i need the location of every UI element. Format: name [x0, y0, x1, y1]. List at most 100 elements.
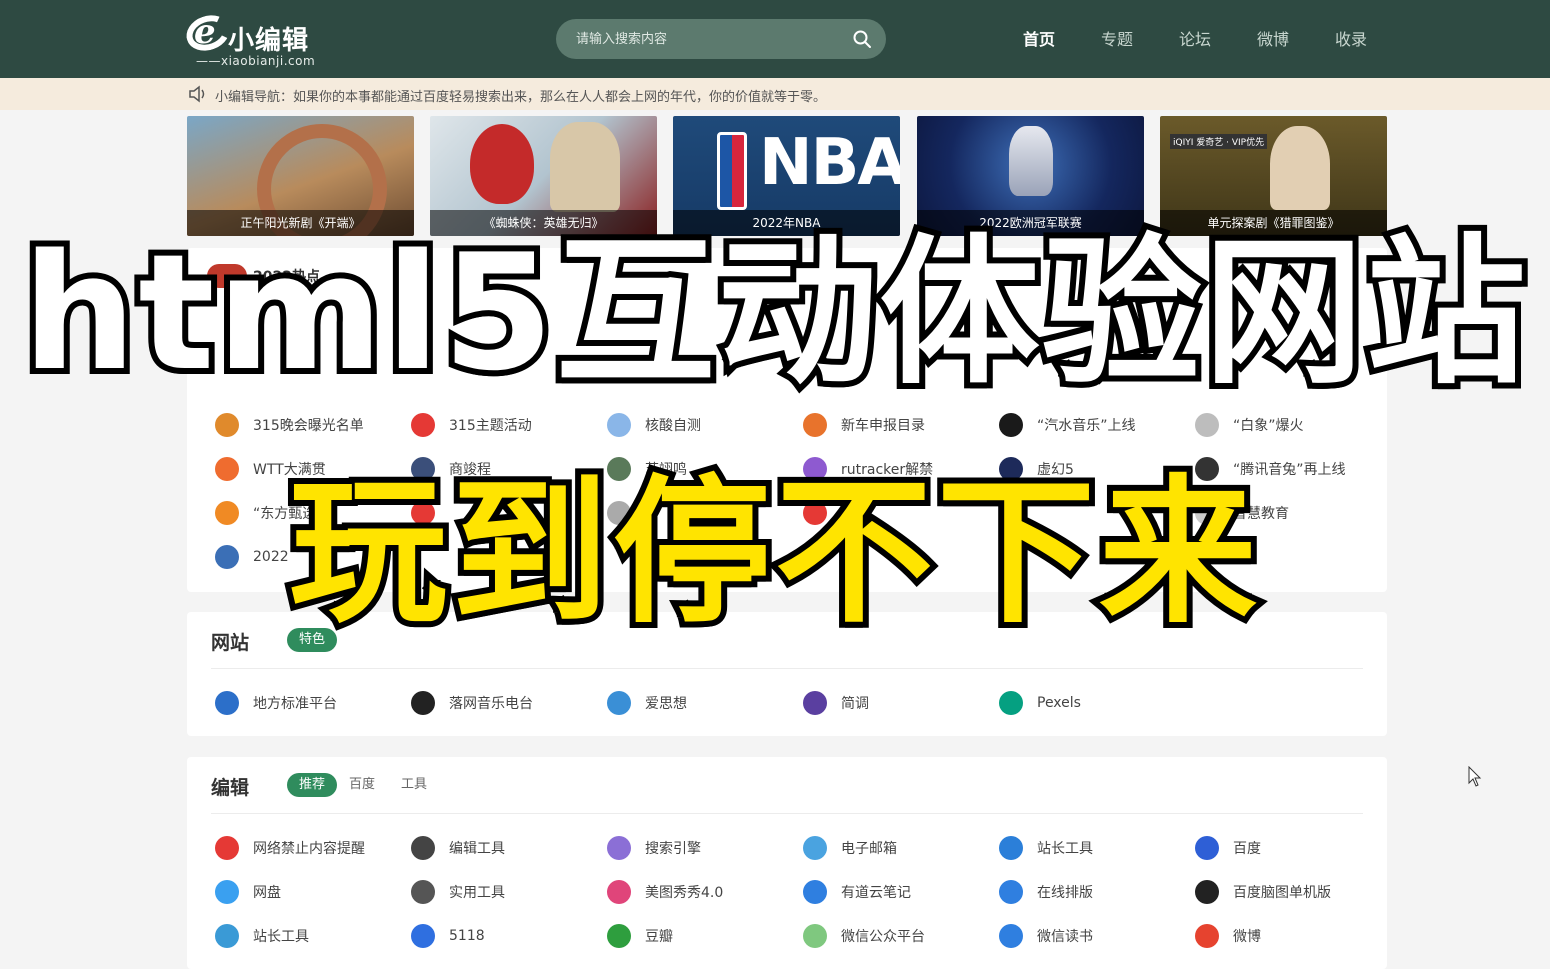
site-item-label: 地方标准平台 [253, 696, 337, 712]
editor-item-icon [803, 836, 827, 860]
notice-bar: 小编辑导航：如果你的本事都能通过百度轻易搜索出来，那么在人人都会上网的年代，你的… [0, 78, 1550, 110]
editor-item-icon [803, 880, 827, 904]
banner-image [470, 124, 534, 204]
banner-liezui[interactable]: iQIYI 爱奇艺 · VIP优先 单元探案剧《猎罪图鉴》 [1160, 116, 1387, 236]
editor-item[interactable]: 电子邮箱 [803, 836, 897, 860]
editor-item[interactable]: 微博 [1195, 924, 1261, 948]
editor-item-icon [1195, 880, 1219, 904]
editor-item-label: 微信公众平台 [841, 929, 925, 945]
hot-item-icon [803, 413, 827, 437]
editor-item[interactable]: 站长工具 [999, 836, 1093, 860]
editor-item-icon [999, 880, 1023, 904]
editor-item[interactable]: 百度 [1195, 836, 1261, 860]
banner-image [1270, 126, 1330, 210]
site-item-icon [999, 691, 1023, 715]
logo-text: 小编辑 [228, 26, 310, 56]
editor-item[interactable]: 网盘 [215, 880, 281, 904]
editor-item[interactable]: 网络禁止内容提醒 [215, 836, 365, 860]
editor-item-label: 电子邮箱 [841, 841, 897, 857]
editor-item-label: 编辑工具 [449, 841, 505, 857]
tab-tools[interactable]: 工具 [389, 773, 439, 797]
site-item-icon [215, 691, 239, 715]
logo-e-mark: e [194, 12, 216, 52]
nav-topics[interactable]: 专题 [1078, 26, 1156, 52]
site-item[interactable]: 简调 [803, 691, 869, 715]
site-item-icon [607, 691, 631, 715]
editor-item-icon [1195, 836, 1219, 860]
hot-item[interactable]: 新车申报目录 [803, 413, 925, 437]
nba-logo [717, 132, 747, 210]
hot-item[interactable]: “汽水音乐”上线 [999, 413, 1136, 437]
editor-item-icon [215, 880, 239, 904]
editor-item[interactable]: 有道云笔记 [803, 880, 911, 904]
banner-spiderman[interactable]: 《蜘蛛侠：英雄无归》 [430, 116, 657, 236]
editor-item-icon [607, 880, 631, 904]
hot-item-label: “汽水音乐”上线 [1037, 418, 1136, 434]
hot-item[interactable]: “白象”爆火 [1195, 413, 1304, 437]
iqiyi-logo: iQIYI 爱奇艺 · VIP优先 [1170, 134, 1268, 149]
notice-text: 小编辑导航：如果你的本事都能通过百度轻易搜索出来，那么在人人都会上网的年代，你的… [215, 90, 827, 105]
overlay-subtitle: 玩到停不下来 [283, 461, 1263, 645]
speaker-icon [189, 85, 205, 103]
hot-item[interactable]: 315晚会曝光名单 [215, 413, 364, 437]
banner-kaiduan[interactable]: 正午阳光新剧《开端》 [187, 116, 414, 236]
main-nav: 首页 专题 论坛 微博 收录 [1000, 26, 1390, 52]
editor-item[interactable]: 美图秀秀4.0 [607, 880, 723, 904]
site-item[interactable]: 爱思想 [607, 691, 687, 715]
site-item-icon [803, 691, 827, 715]
site-item-label: 简调 [841, 696, 869, 712]
editor-item[interactable]: 搜索引擎 [607, 836, 701, 860]
hot-item-icon [1195, 413, 1219, 437]
site-item-label: 落网音乐电台 [449, 696, 533, 712]
nav-forum[interactable]: 论坛 [1156, 26, 1234, 52]
editor-item-label: 微博 [1233, 929, 1261, 945]
editor-item-label: 站长工具 [253, 929, 309, 945]
editor-item-label: 实用工具 [449, 885, 505, 901]
banner-nba[interactable]: NBA 2022年NBA [673, 116, 900, 236]
editor-item-icon [215, 924, 239, 948]
site-item[interactable]: Pexels [999, 691, 1081, 715]
editor-item[interactable]: 站长工具 [215, 924, 309, 948]
trophy-image [1009, 126, 1053, 196]
editor-item-icon [411, 924, 435, 948]
editor-item[interactable]: 微信公众平台 [803, 924, 925, 948]
site-item-label: 爱思想 [645, 696, 687, 712]
mouse-cursor-icon [1468, 766, 1482, 787]
search-icon[interactable] [852, 29, 872, 49]
editor-item-label: 豆瓣 [645, 929, 673, 945]
tab-recommend[interactable]: 推荐 [287, 773, 338, 797]
banner-image [550, 122, 620, 212]
editor-item[interactable]: 5118 [411, 924, 485, 948]
hot-item-label: 315主题活动 [449, 418, 532, 434]
editor-item[interactable]: 百度脑图单机版 [1195, 880, 1331, 904]
tab-baidu[interactable]: 百度 [337, 773, 387, 797]
site-logo[interactable]: e 小编辑 ——xiaobianji.com [181, 9, 326, 70]
editor-item-icon [411, 880, 435, 904]
hot-item[interactable]: 315主题活动 [411, 413, 532, 437]
editor-item[interactable]: 实用工具 [411, 880, 505, 904]
hot-item-label: 新车申报目录 [841, 418, 925, 434]
nav-weibo[interactable]: 微博 [1234, 26, 1312, 52]
editor-item[interactable]: 编辑工具 [411, 836, 505, 860]
nav-home[interactable]: 首页 [1000, 26, 1078, 52]
banner-champions-league[interactable]: 2022欧洲冠军联赛 [917, 116, 1144, 236]
editor-item[interactable]: 微信读书 [999, 924, 1093, 948]
editor-item-icon [607, 836, 631, 860]
editor-item-label: 百度 [1233, 841, 1261, 857]
nav-submit[interactable]: 收录 [1312, 26, 1390, 52]
editor-item[interactable]: 豆瓣 [607, 924, 673, 948]
editor-item-label: 网络禁止内容提醒 [253, 841, 365, 857]
editor-item-label: 站长工具 [1037, 841, 1093, 857]
site-item-label: Pexels [1037, 695, 1081, 711]
site-item[interactable]: 地方标准平台 [215, 691, 337, 715]
hot-item[interactable]: 核酸自测 [607, 413, 701, 437]
site-item[interactable]: 落网音乐电台 [411, 691, 533, 715]
editor-item[interactable]: 在线排版 [999, 880, 1093, 904]
editor-item-label: 微信读书 [1037, 929, 1093, 945]
overlay-title: html5互动体验网站 [16, 219, 1531, 406]
editor-item-label: 在线排版 [1037, 885, 1093, 901]
search-box[interactable] [556, 19, 886, 59]
hot-item-icon [999, 413, 1023, 437]
top-header: e 小编辑 ——xiaobianji.com 首页 专题 论坛 微博 收录 [0, 0, 1550, 78]
search-input[interactable] [576, 29, 836, 49]
